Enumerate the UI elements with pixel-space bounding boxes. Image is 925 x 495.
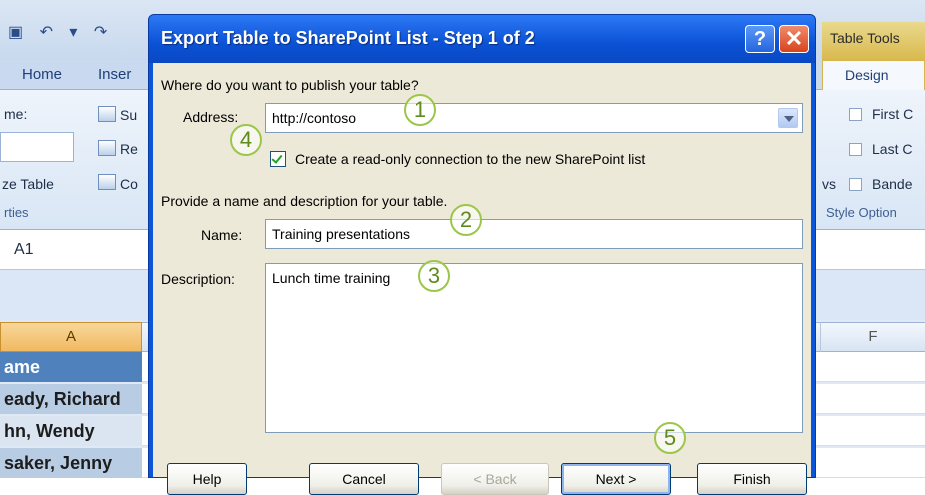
name-label: Name: — [201, 227, 243, 243]
description-field[interactable]: Lunch time training — [265, 263, 803, 433]
summarize-button[interactable]: Su — [120, 107, 137, 123]
style-options-group-label: Style Option — [826, 205, 897, 220]
table-cell[interactable]: eady, Richard — [0, 384, 142, 414]
close-icon[interactable]: ✕ — [779, 25, 809, 53]
convert-range-button[interactable]: Co — [120, 176, 138, 192]
address-combo[interactable]: http://contoso — [265, 103, 803, 133]
provide-instructions: Provide a name and description for your … — [161, 193, 448, 209]
callout-3: 3 — [418, 260, 450, 292]
table-header-cell[interactable]: ame — [0, 352, 142, 382]
finish-button[interactable]: Finish — [697, 463, 807, 495]
column-header-a[interactable]: A — [0, 322, 142, 352]
summarize-icon — [98, 106, 116, 122]
back-button[interactable]: < Back — [441, 463, 549, 495]
callout-5: 5 — [654, 422, 686, 454]
table-cell[interactable]: hn, Wendy — [0, 416, 142, 446]
dialog-title: Export Table to SharePoint List - Step 1… — [161, 28, 535, 48]
help-button[interactable]: Help — [167, 463, 247, 495]
name-field[interactable]: Training presentations — [265, 219, 803, 249]
help-icon[interactable]: ? — [745, 25, 775, 53]
first-column-label: First C — [872, 106, 914, 122]
tab-design-label: Design — [845, 67, 889, 83]
last-column-label: Last C — [872, 141, 913, 157]
address-label: Address: — [183, 109, 239, 125]
table-name-label: me: — [4, 106, 28, 122]
remove-duplicates-button[interactable]: Re — [120, 141, 138, 157]
description-label: Description: — [161, 271, 235, 287]
convert-range-icon — [98, 174, 116, 190]
column-header-f[interactable]: F — [820, 322, 925, 352]
tab-insert[interactable]: Inser — [98, 66, 131, 83]
address-value: http://contoso — [272, 110, 357, 126]
first-column-checkbox[interactable] — [849, 108, 862, 121]
callout-2: 2 — [450, 204, 482, 236]
export-dialog: Export Table to SharePoint List - Step 1… — [148, 14, 816, 495]
checkmark-icon — [271, 152, 283, 164]
publish-question: Where do you want to publish your table? — [161, 77, 419, 93]
readonly-checkbox-label[interactable]: Create a read-only connection to the new… — [295, 151, 645, 167]
remove-duplicates-icon — [98, 140, 116, 156]
quick-access-toolbar[interactable]: ▣ ↶ ▾ ↷ — [8, 22, 113, 42]
cancel-button[interactable]: Cancel — [309, 463, 419, 495]
table-name-input[interactable] — [0, 132, 74, 162]
table-tools-contextual: Table Tools — [822, 22, 925, 60]
chevron-down-icon[interactable] — [778, 108, 798, 128]
last-column-checkbox[interactable] — [849, 143, 862, 156]
banded-columns-checkbox[interactable] — [849, 178, 862, 191]
callout-1: 1 — [404, 94, 436, 126]
table-cell[interactable]: saker, Jenny — [0, 448, 142, 478]
properties-group-label: rties — [4, 205, 29, 220]
tab-home[interactable]: Home — [22, 66, 62, 83]
table-tools-label: Table Tools — [830, 30, 900, 46]
readonly-checkbox[interactable] — [270, 151, 286, 167]
resize-table-button[interactable]: ze Table — [2, 176, 54, 192]
name-box[interactable]: A1 — [14, 241, 34, 259]
callout-4: 4 — [230, 124, 262, 156]
tab-design[interactable]: Design — [822, 60, 925, 91]
banded-columns-label: Bande — [872, 176, 913, 192]
next-button[interactable]: Next > — [561, 463, 671, 495]
banded-rows-partial: vs — [822, 176, 836, 192]
dialog-title-bar[interactable]: Export Table to SharePoint List - Step 1… — [149, 15, 815, 63]
